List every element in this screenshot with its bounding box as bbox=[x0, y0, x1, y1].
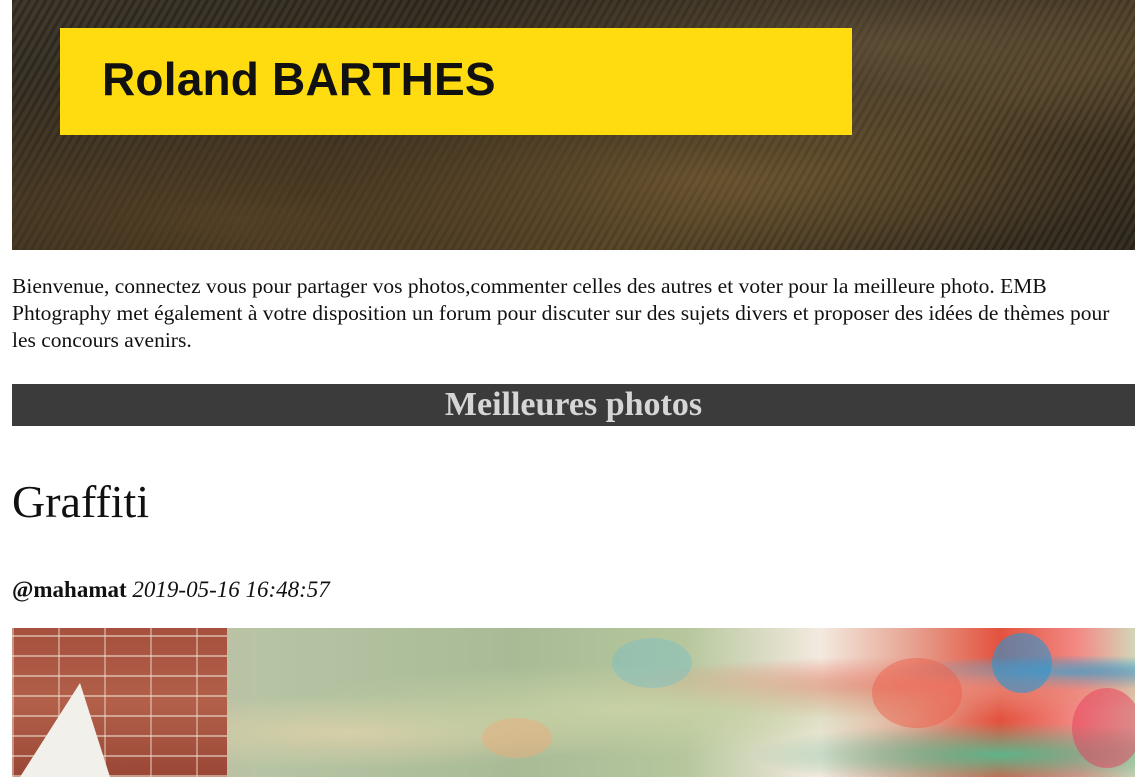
paint-splash bbox=[612, 638, 692, 688]
site-title: Roland BARTHES bbox=[102, 52, 496, 105]
paint-splash bbox=[1072, 688, 1135, 768]
section-header-bar: Meilleures photos bbox=[12, 384, 1135, 426]
header-banner: Roland BARTHES bbox=[12, 0, 1135, 250]
banner-title-box: Roland BARTHES bbox=[60, 28, 852, 135]
welcome-text: Bienvenue, connectez vous pour partager … bbox=[12, 274, 1110, 352]
paint-splash bbox=[872, 658, 962, 728]
photo-meta: @mahamat 2019-05-16 16:48:57 bbox=[12, 575, 330, 605]
page: Roland BARTHES Bienvenue, connectez vous… bbox=[0, 0, 1139, 777]
section-title: Meilleures photos bbox=[444, 386, 703, 423]
torn-paper-shape bbox=[20, 683, 110, 777]
paint-splash bbox=[482, 718, 552, 758]
photo-date: 2019-05-16 16:48:57 bbox=[132, 577, 330, 602]
photo-author[interactable]: @mahamat bbox=[12, 577, 127, 602]
photo-title: Graffiti bbox=[12, 476, 150, 527]
graffiti-photo[interactable] bbox=[12, 628, 1135, 777]
paint-splash bbox=[992, 633, 1052, 693]
